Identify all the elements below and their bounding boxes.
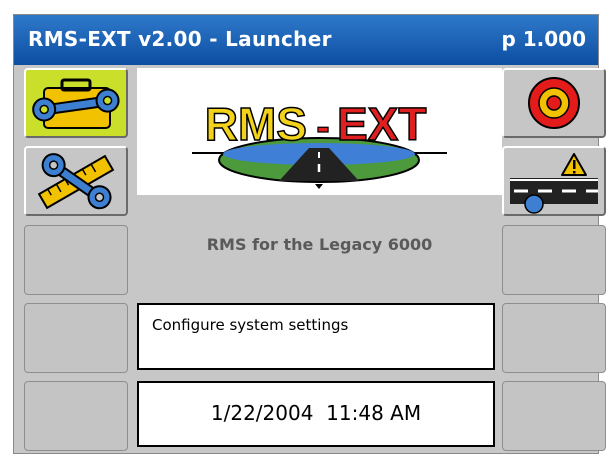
- page-indicator: p 1.000: [501, 27, 586, 51]
- title-bar: RMS-EXT v2.00 - Launcher p 1.000: [14, 15, 598, 65]
- time-value: 11:48 AM: [326, 401, 422, 425]
- toolbox-wrench-icon: [32, 78, 120, 129]
- logo-text-ext: EXT: [337, 98, 426, 150]
- empty-button-right-4[interactable]: [502, 303, 606, 373]
- road-hazard-button[interactable]: [502, 146, 606, 216]
- empty-button-left-5[interactable]: [24, 381, 128, 451]
- logo-text-dash: -: [316, 105, 329, 149]
- empty-button-right-3[interactable]: [502, 225, 606, 295]
- datetime-text: 1/22/2004 11:48 AM: [139, 401, 493, 425]
- logo-panel: RMS - EXT: [137, 68, 502, 195]
- window-title: RMS-EXT v2.00 - Launcher: [28, 27, 332, 51]
- road-warning-icon: [510, 153, 598, 214]
- status-text: Configure system settings: [152, 316, 349, 334]
- target-icon: [528, 77, 580, 129]
- launcher-window: RMS-EXT v2.00 - Launcher p 1.000 RMS - E…: [13, 14, 606, 454]
- rms-ext-logo: RMS - EXT: [192, 97, 447, 189]
- tools-button[interactable]: [24, 146, 128, 216]
- datetime-panel: 1/22/2004 11:48 AM: [137, 381, 495, 447]
- empty-button-left-3[interactable]: [24, 225, 128, 295]
- date-value: 1/22/2004: [210, 401, 314, 425]
- logo-text-rms: RMS: [205, 98, 307, 150]
- wrench-ruler-icon: [37, 153, 115, 210]
- empty-button-right-5[interactable]: [502, 381, 606, 451]
- target-button[interactable]: [502, 68, 606, 138]
- subtitle: RMS for the Legacy 6000: [206, 235, 433, 254]
- status-panel: Configure system settings: [137, 303, 495, 370]
- settings-button[interactable]: [24, 68, 128, 138]
- empty-button-left-4[interactable]: [24, 303, 128, 373]
